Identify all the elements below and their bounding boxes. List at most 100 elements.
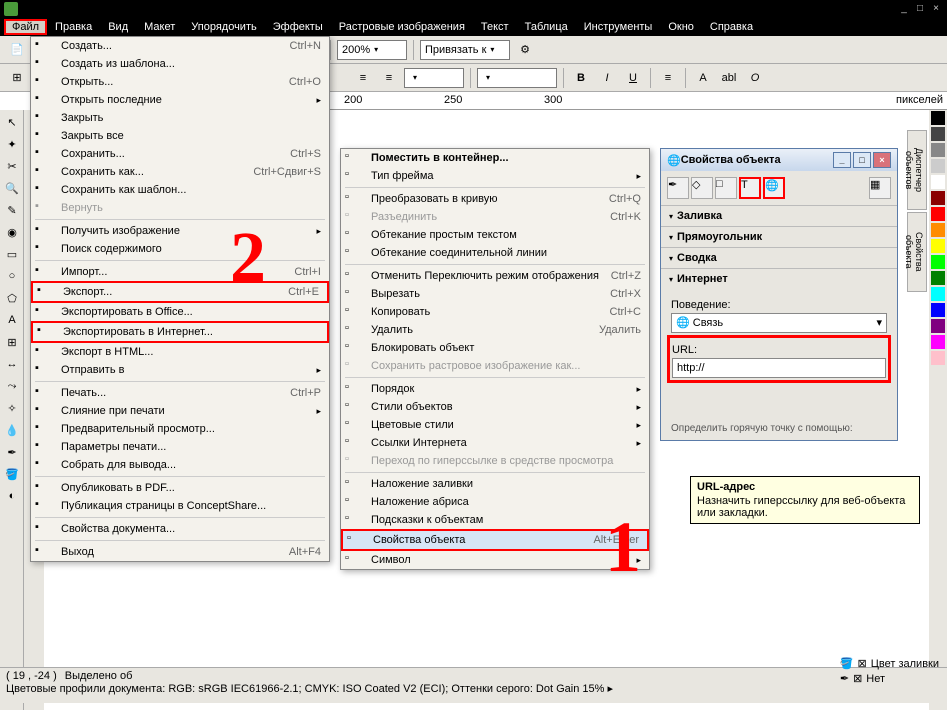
context-menu-item[interactable]: ▫УдалитьУдалить <box>341 321 649 339</box>
minimize-button[interactable]: _ <box>897 3 911 15</box>
menu-table[interactable]: Таблица <box>517 19 576 35</box>
color-swatch[interactable] <box>931 319 945 333</box>
context-menu-item[interactable]: ▫Преобразовать в кривуюCtrl+Q <box>341 190 649 208</box>
underline-button[interactable]: U <box>622 67 644 89</box>
file-menu-item[interactable]: ▪Публикация страницы в ConceptShare... <box>31 497 329 515</box>
file-menu-item[interactable]: ▪Закрыть <box>31 109 329 127</box>
table-tool[interactable]: ⊞ <box>2 332 22 352</box>
prop-btn-1[interactable]: ⊞ <box>6 67 28 89</box>
polygon-tool[interactable]: ⬠ <box>2 288 22 308</box>
file-menu-item[interactable]: ▪Импорт...Ctrl+I <box>31 263 329 281</box>
fill-tool[interactable]: 🪣 <box>2 464 22 484</box>
file-menu-item[interactable]: ▪Предварительный просмотр... <box>31 420 329 438</box>
color-swatch[interactable] <box>931 223 945 237</box>
zoom-tool[interactable]: 🔍 <box>2 178 22 198</box>
docker-close-button[interactable]: × <box>873 152 891 168</box>
prop-combo[interactable] <box>404 68 464 88</box>
color-swatch[interactable] <box>931 191 945 205</box>
pick-tool[interactable]: ↖ <box>2 112 22 132</box>
context-menu-item[interactable]: ▫Символ <box>341 551 649 569</box>
interactive-fill-tool[interactable]: ◐ <box>2 486 22 506</box>
tab-summary[interactable]: ▦ <box>869 177 891 199</box>
file-menu-item[interactable]: ▪Экспортировать в Интернет... <box>31 321 329 343</box>
rectangle-tool[interactable]: ▭ <box>2 244 22 264</box>
effects-tool[interactable]: ✧ <box>2 398 22 418</box>
context-menu-item[interactable]: ▫Порядок <box>341 380 649 398</box>
menu-effects[interactable]: Эффекты <box>265 19 331 35</box>
outline-tool[interactable]: ✒ <box>2 442 22 462</box>
menu-file[interactable]: Файл <box>4 19 47 35</box>
color-swatch[interactable] <box>931 303 945 317</box>
crop-tool[interactable]: ✂ <box>2 156 22 176</box>
tab-transparency[interactable]: □ <box>715 177 737 199</box>
menu-view[interactable]: Вид <box>100 19 136 35</box>
context-menu-item[interactable]: ▫Ссылки Интернета <box>341 434 649 452</box>
docker-tab-object-properties[interactable]: Свойства объекта <box>907 212 927 292</box>
section-internet[interactable]: Интернет <box>661 268 897 289</box>
behavior-combo[interactable]: 🌐 Связь ▾ <box>671 313 887 333</box>
docker-minimize-button[interactable]: _ <box>833 152 851 168</box>
context-menu-item[interactable]: ▫Обтекание соединительной линии <box>341 244 649 262</box>
context-menu-item[interactable]: ▫Стили объектов <box>341 398 649 416</box>
shape-tool[interactable]: ✦ <box>2 134 22 154</box>
color-swatch[interactable] <box>931 335 945 349</box>
color-swatch[interactable] <box>931 127 945 141</box>
menu-edit[interactable]: Правка <box>47 19 100 35</box>
file-menu-item[interactable]: ▪Опубликовать в PDF... <box>31 479 329 497</box>
file-menu-item[interactable]: ▪Сохранить как...Ctrl+Сдвиг+S <box>31 163 329 181</box>
align-btn[interactable]: ≡ <box>352 67 374 89</box>
file-menu-item[interactable]: ▪Свойства документа... <box>31 520 329 538</box>
context-menu-item[interactable]: ▫Подсказки к объектам <box>341 511 649 529</box>
color-swatch[interactable] <box>931 255 945 269</box>
color-swatch[interactable] <box>931 351 945 365</box>
tab-outline[interactable]: ✒ <box>667 177 689 199</box>
maximize-button[interactable]: □ <box>913 3 927 15</box>
eyedropper-tool[interactable]: 💧 <box>2 420 22 440</box>
file-menu-item[interactable]: ▪Поиск содержимого <box>31 240 329 258</box>
menu-tools[interactable]: Инструменты <box>576 19 661 35</box>
context-menu-item[interactable]: ▫Блокировать объект <box>341 339 649 357</box>
docker-tab-object-manager[interactable]: Диспетчер объектов <box>907 130 927 210</box>
file-menu-item[interactable]: ▪Экспортировать в Office... <box>31 303 329 321</box>
context-menu-item[interactable]: ▫Наложение заливки <box>341 475 649 493</box>
docker-titlebar[interactable]: 🌐 Свойства объекта _ □ × <box>661 149 897 171</box>
menu-bitmaps[interactable]: Растровые изображения <box>331 19 473 35</box>
tab-internet[interactable]: 🌐 <box>763 177 785 199</box>
context-menu-item[interactable]: ▫Поместить в контейнер... <box>341 149 649 167</box>
file-menu-item[interactable]: ▪Слияние при печати <box>31 402 329 420</box>
color-swatch[interactable] <box>931 143 945 157</box>
url-input[interactable] <box>672 358 886 378</box>
color-swatch[interactable] <box>931 207 945 221</box>
context-menu-item[interactable]: ▫КопироватьCtrl+C <box>341 303 649 321</box>
color-swatch[interactable] <box>931 175 945 189</box>
smart-fill-tool[interactable]: ◉ <box>2 222 22 242</box>
align-left-button[interactable]: ≡ <box>657 67 679 89</box>
section-rectangle[interactable]: Прямоугольник <box>661 226 897 247</box>
context-menu-item[interactable]: ▫Отменить Переключить режим отображенияC… <box>341 267 649 285</box>
docker-maximize-button[interactable]: □ <box>853 152 871 168</box>
text-o-button[interactable]: O <box>744 67 766 89</box>
ellipse-tool[interactable]: ○ <box>2 266 22 286</box>
new-button[interactable]: 📄 <box>6 39 28 61</box>
file-menu-item[interactable]: ▪ВыходAlt+F4 <box>31 543 329 561</box>
color-swatch[interactable] <box>931 271 945 285</box>
file-menu-item[interactable]: ▪Параметры печати... <box>31 438 329 456</box>
context-menu-item[interactable]: ▫Наложение абриса <box>341 493 649 511</box>
context-menu-item[interactable]: ▫Свойства объектаAlt+Enter <box>341 529 649 551</box>
file-menu-item[interactable]: ▪Получить изображение <box>31 222 329 240</box>
dimension-tool[interactable]: ↔ <box>2 354 22 374</box>
file-menu-item[interactable]: ▪Печать...Ctrl+P <box>31 384 329 402</box>
file-menu-item[interactable]: ▪Закрыть все <box>31 127 329 145</box>
file-menu-item[interactable]: ▪Экспорт...Ctrl+E <box>31 281 329 303</box>
menu-layout[interactable]: Макет <box>136 19 183 35</box>
file-menu-item[interactable]: ▪Отправить в <box>31 361 329 379</box>
context-menu-item[interactable]: ▫Тип фрейма <box>341 167 649 185</box>
bold-button[interactable]: B <box>570 67 592 89</box>
tab-text[interactable]: T <box>739 177 761 199</box>
file-menu-item[interactable]: ▪Создать...Ctrl+N <box>31 37 329 55</box>
color-swatch[interactable] <box>931 287 945 301</box>
align-btn-2[interactable]: ≡ <box>378 67 400 89</box>
file-menu-item[interactable]: ▪Сохранить...Ctrl+S <box>31 145 329 163</box>
color-swatch[interactable] <box>931 159 945 173</box>
close-button[interactable]: × <box>929 3 943 15</box>
